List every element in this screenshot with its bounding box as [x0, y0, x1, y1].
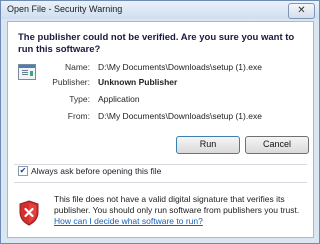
close-icon: ✕: [297, 5, 306, 16]
window-title: Open File - Security Warning: [7, 4, 123, 14]
field-from: From: D:\My Documents\Downloads\setup (1…: [8, 111, 313, 123]
help-link[interactable]: How can I decide what software to run?: [54, 216, 203, 226]
security-shield-error-icon: [19, 200, 39, 226]
field-publisher: Publisher: Unknown Publisher: [8, 77, 313, 89]
run-button[interactable]: Run: [176, 136, 240, 154]
divider: [14, 182, 307, 183]
security-warning-dialog: Open File - Security Warning ✕ The publi…: [0, 0, 320, 244]
field-name-label: Name:: [64, 62, 90, 72]
divider: [14, 164, 307, 165]
field-name-value: D:\My Documents\Downloads\setup (1).exe: [98, 62, 262, 72]
field-publisher-value: Unknown Publisher: [98, 77, 178, 87]
always-ask-checkbox[interactable]: ✔: [18, 166, 28, 176]
always-ask-label[interactable]: Always ask before opening this file: [31, 166, 161, 176]
field-from-label: From:: [67, 111, 90, 121]
warning-heading: The publisher could not be verified. Are…: [18, 32, 295, 55]
field-publisher-label: Publisher:: [52, 77, 90, 87]
cancel-button[interactable]: Cancel: [245, 136, 309, 154]
field-from-value: D:\My Documents\Downloads\setup (1).exe: [98, 111, 262, 121]
warning-text: This file does not have a valid digital …: [54, 194, 300, 215]
close-button[interactable]: ✕: [288, 3, 315, 19]
dialog-body: The publisher could not be verified. Are…: [7, 21, 314, 238]
field-type-label: Type:: [69, 94, 90, 104]
title-bar[interactable]: Open File - Security Warning ✕: [1, 1, 319, 19]
field-type: Type: Application: [8, 94, 313, 106]
field-type-value: Application: [98, 94, 140, 104]
field-name: Name: D:\My Documents\Downloads\setup (1…: [8, 62, 313, 74]
